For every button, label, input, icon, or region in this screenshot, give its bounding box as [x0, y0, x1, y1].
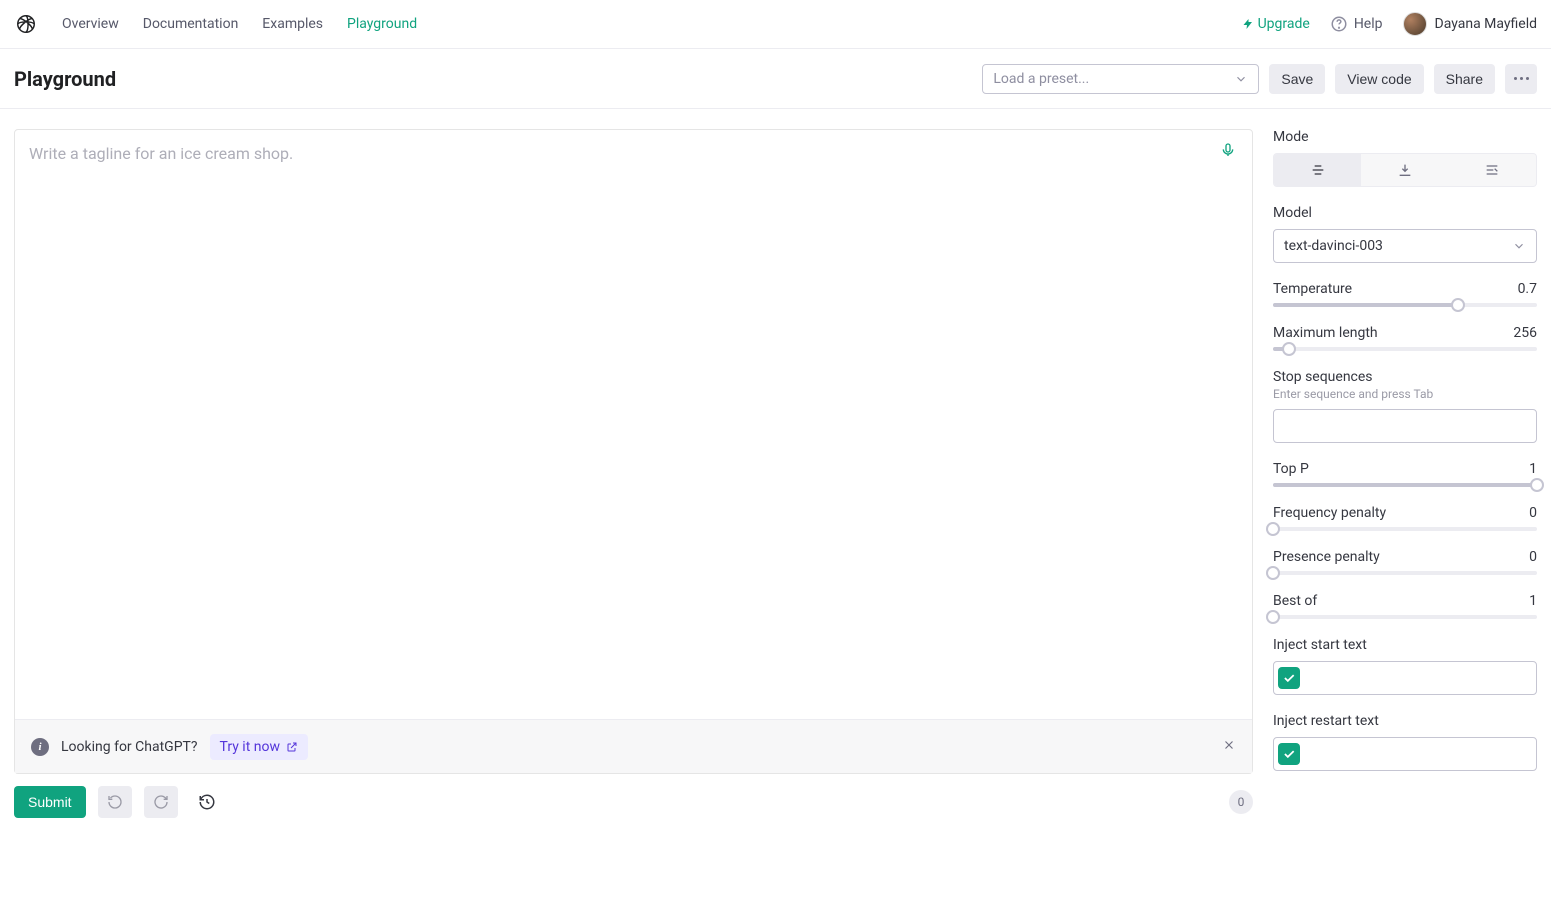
top-nav: Overview Documentation Examples Playgrou…: [0, 0, 1551, 49]
editor-box: i Looking for ChatGPT? Try it now: [14, 129, 1253, 774]
banner-text: Looking for ChatGPT?: [61, 739, 198, 755]
inject-start-checkbox[interactable]: [1278, 667, 1300, 689]
inject-restart-input[interactable]: [1306, 742, 1532, 766]
insert-icon: [1397, 162, 1413, 178]
share-button[interactable]: Share: [1434, 64, 1495, 94]
lightning-icon: [1242, 17, 1254, 31]
inject-start-label: Inject start text: [1273, 637, 1537, 653]
inject-start-input[interactable]: [1306, 666, 1532, 690]
user-menu[interactable]: Dayana Mayfield: [1403, 12, 1538, 36]
mode-insert-button[interactable]: [1361, 154, 1448, 186]
frequency-slider[interactable]: [1273, 527, 1537, 531]
edit-lines-icon: [1484, 162, 1500, 178]
refresh-icon: [153, 794, 169, 810]
top-nav-right: Upgrade Help Dayana Mayfield: [1242, 12, 1537, 36]
user-name: Dayana Mayfield: [1435, 16, 1538, 32]
avatar: [1403, 12, 1427, 36]
stop-hint: Enter sequence and press Tab: [1273, 387, 1537, 401]
pres-label: Presence penalty: [1273, 549, 1380, 565]
editor-column: i Looking for ChatGPT? Try it now Submit: [14, 129, 1253, 818]
nav-overview[interactable]: Overview: [62, 16, 119, 32]
regenerate-button[interactable]: [144, 786, 178, 818]
max-length-slider[interactable]: [1273, 347, 1537, 351]
freq-label: Frequency penalty: [1273, 505, 1386, 521]
chatgpt-banner: i Looking for ChatGPT? Try it now: [15, 719, 1252, 773]
page-title: Playground: [14, 67, 116, 91]
nav-examples[interactable]: Examples: [262, 16, 323, 32]
more-dots-icon: [1514, 77, 1529, 80]
header-actions: Load a preset... Save View code Share: [982, 64, 1537, 94]
token-counter: 0: [1229, 790, 1253, 814]
save-button[interactable]: Save: [1269, 64, 1325, 94]
stop-sequences-row: Stop sequences Enter sequence and press …: [1273, 369, 1537, 443]
top-nav-left: Overview Documentation Examples Playgrou…: [14, 12, 417, 36]
top-p-label: Top P: [1273, 461, 1309, 477]
best-of-row: Best of 1: [1273, 593, 1537, 619]
best-of-slider[interactable]: [1273, 615, 1537, 619]
presence-slider[interactable]: [1273, 571, 1537, 575]
info-icon: i: [31, 738, 49, 756]
nav-playground[interactable]: Playground: [347, 16, 417, 32]
openai-logo-icon[interactable]: [14, 12, 38, 36]
best-value: 1: [1529, 593, 1537, 609]
preset-select[interactable]: Load a preset...: [982, 64, 1259, 94]
mic-icon[interactable]: [1220, 142, 1236, 162]
upgrade-link[interactable]: Upgrade: [1242, 16, 1310, 32]
check-icon: [1282, 671, 1296, 685]
temperature-value: 0.7: [1518, 281, 1537, 297]
check-icon: [1282, 747, 1296, 761]
temperature-row: Temperature 0.7: [1273, 281, 1537, 307]
freq-value: 0: [1529, 505, 1537, 521]
pres-value: 0: [1529, 549, 1537, 565]
help-link[interactable]: Help: [1330, 15, 1383, 33]
more-button[interactable]: [1505, 64, 1537, 94]
presence-penalty-row: Presence penalty 0: [1273, 549, 1537, 575]
external-link-icon: [286, 741, 298, 753]
top-p-slider[interactable]: [1273, 483, 1537, 487]
inject-start-row: Inject start text: [1273, 637, 1537, 695]
top-p-value: 1: [1529, 461, 1537, 477]
inject-restart-row: Inject restart text: [1273, 713, 1537, 771]
temperature-label: Temperature: [1273, 281, 1352, 297]
temperature-slider[interactable]: [1273, 303, 1537, 307]
editor-footer: Submit 0: [14, 786, 1253, 818]
mode-edit-button[interactable]: [1449, 154, 1536, 186]
text-lines-icon: [1310, 162, 1326, 178]
top-p-row: Top P 1: [1273, 461, 1537, 487]
view-code-button[interactable]: View code: [1335, 64, 1423, 94]
submit-button[interactable]: Submit: [14, 786, 86, 818]
main: i Looking for ChatGPT? Try it now Submit: [0, 109, 1551, 828]
mode-toggle-group: [1273, 153, 1537, 187]
max-length-value: 256: [1513, 325, 1537, 341]
page-header: Playground Load a preset... Save View co…: [0, 49, 1551, 109]
banner-close-button[interactable]: [1222, 738, 1236, 756]
best-label: Best of: [1273, 593, 1317, 609]
history-icon: [198, 793, 216, 811]
mode-complete-button[interactable]: [1274, 154, 1361, 186]
model-label: Model: [1273, 205, 1537, 221]
chevron-down-icon: [1234, 72, 1248, 86]
history-button[interactable]: [190, 786, 224, 818]
model-select[interactable]: text-davinci-003: [1273, 229, 1537, 263]
help-circle-icon: [1330, 15, 1348, 33]
max-length-row: Maximum length 256: [1273, 325, 1537, 351]
stop-sequences-input[interactable]: [1273, 409, 1537, 443]
prompt-input[interactable]: [15, 130, 1252, 719]
max-length-label: Maximum length: [1273, 325, 1378, 341]
try-it-now-link[interactable]: Try it now: [210, 734, 309, 760]
chevron-down-icon: [1512, 239, 1526, 253]
nav-documentation[interactable]: Documentation: [143, 16, 239, 32]
undo-icon: [107, 794, 123, 810]
undo-button[interactable]: [98, 786, 132, 818]
mode-label: Mode: [1273, 129, 1537, 145]
inject-restart-label: Inject restart text: [1273, 713, 1537, 729]
inject-restart-checkbox[interactable]: [1278, 743, 1300, 765]
model-value: text-davinci-003: [1284, 238, 1383, 254]
preset-placeholder: Load a preset...: [993, 71, 1089, 87]
frequency-penalty-row: Frequency penalty 0: [1273, 505, 1537, 531]
settings-sidebar: Mode Model text-davinci-003: [1273, 129, 1537, 818]
stop-label: Stop sequences: [1273, 369, 1537, 385]
